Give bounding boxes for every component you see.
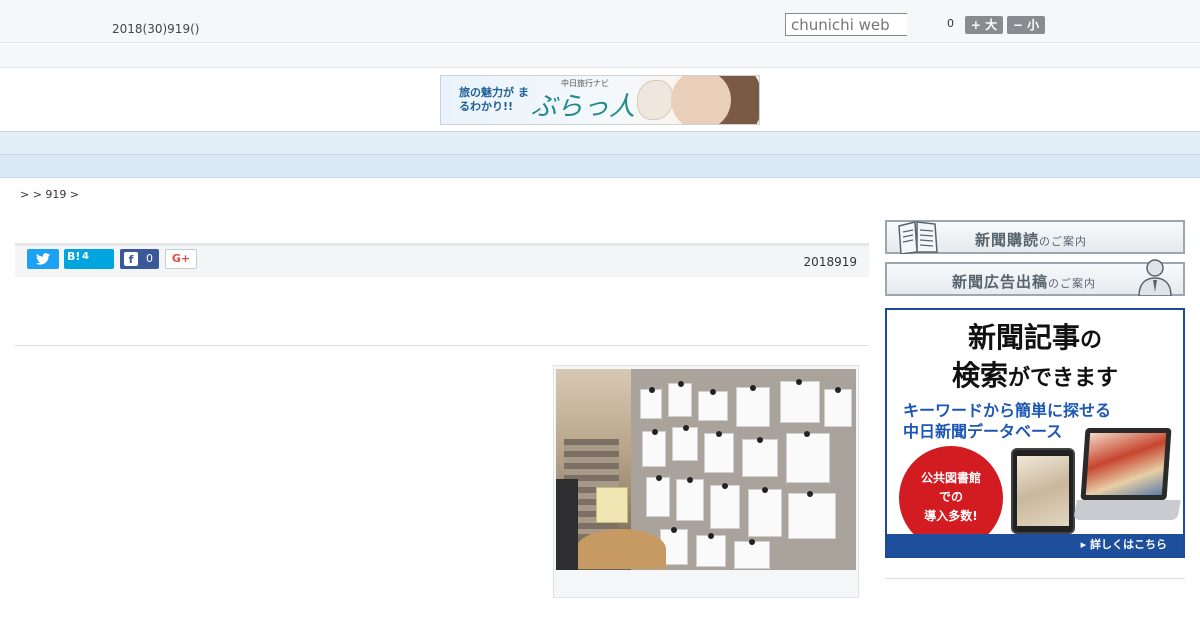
banner-site-name: ぶらっ人 [531,92,636,122]
google-plus-share-button[interactable]: G+ [165,249,197,269]
twitter-share-button[interactable] [27,249,59,269]
banner-tagline: 旅の魅力が まるわかり!! [459,86,529,113]
subscription-label: 新聞購読のご案内 [975,231,1088,249]
advertising-label: 新聞広告出稿のご案内 [952,273,1097,291]
db-ad-subheadline: キーワードから簡単に探せる 中日新聞データベース [903,401,1112,441]
photo-note [736,385,770,427]
article-divider [15,345,869,346]
photo-note [786,431,830,483]
photo-note [668,381,692,417]
model-face-image [671,76,731,124]
photo-note [710,483,740,529]
photo-note [780,379,820,423]
shell-image [637,80,673,120]
hatena-bookmark-button[interactable]: B! 4 [64,249,114,269]
photo-note [672,425,698,461]
photo-note [698,389,728,421]
photo-note [748,487,782,537]
main-nav [0,131,1200,155]
top-bar: 2018(30)919() 0 + 大 − 小 [0,0,1200,43]
photo-note [640,387,662,419]
photo-note [742,437,778,477]
newspaper-database-ad[interactable]: 新聞記事の 検索ができます キーワードから簡単に探せる 中日新聞データベース 公… [885,308,1185,558]
font-size-indicator: 0 [947,17,954,30]
hatena-count: 4 [82,251,89,262]
photo-note [734,539,770,569]
laptop-image [1080,428,1172,500]
newspaper-icon [898,221,938,254]
search-input[interactable] [785,13,907,36]
travel-banner-ad[interactable]: 旅の魅力が まるわかり!! 中日旅行ナビ ぶらっ人 [440,75,760,125]
font-larger-button[interactable]: + 大 [965,16,1003,34]
newspaper-advertising-button[interactable]: 新聞広告出稿のご案内 [885,259,1185,296]
article-photo-frame [553,365,859,598]
share-bar: B! 4 f 0 G+ 2018919 [15,246,869,277]
twitter-icon [36,253,50,265]
db-ad-details-link[interactable]: ▸ 詳しくはこちら [887,534,1183,556]
photo-box [596,487,628,523]
article-date: 2018919 [803,255,857,269]
facebook-icon: f [124,252,138,266]
font-smaller-button[interactable]: − 小 [1007,16,1045,34]
businessman-icon [1138,259,1172,296]
laptop-keyboard-image [1073,500,1181,520]
header-date: 2018(30)919() [112,22,200,36]
newspaper-subscription-button[interactable]: 新聞購読のご案内 [885,220,1185,254]
photo-person [556,479,578,570]
sidebar-divider [885,578,1185,579]
header-sub-bar [0,44,1200,68]
tablet-image [1011,448,1075,534]
photo-table [576,529,666,569]
breadcrumb[interactable]: > > 919 > [20,188,79,201]
sub-nav [0,155,1200,178]
photo-note [704,431,734,473]
photo-note [824,387,852,427]
photo-note [642,429,666,467]
hatena-icon: B! [67,250,81,263]
db-ad-headline: 新聞記事の 検索ができます [951,321,1119,392]
photo-note [696,533,726,567]
facebook-share-button[interactable]: f 0 [120,249,159,269]
photo-note [646,475,670,517]
photo-note [788,491,836,539]
facebook-count: 0 [146,252,153,265]
photo-note [676,477,704,521]
article-photo[interactable] [556,369,856,570]
